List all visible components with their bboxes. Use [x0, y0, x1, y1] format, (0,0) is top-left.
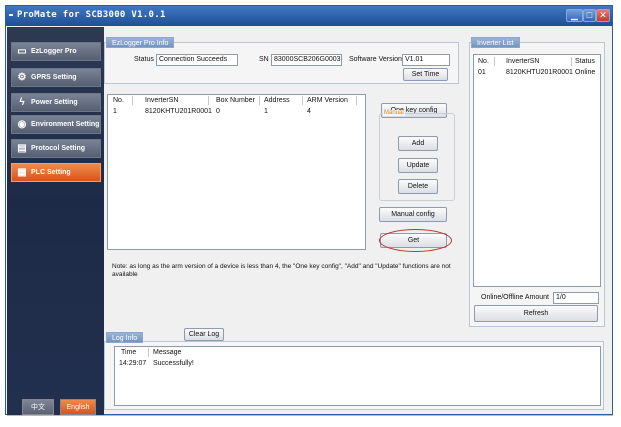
clear-log-button[interactable]: Clear Log	[184, 328, 224, 341]
sidebar-item-label: Power Setting	[31, 99, 78, 106]
minimize-icon: ▁	[571, 10, 578, 20]
table-header: InverterSN	[506, 58, 540, 65]
table-cell: Successfully!	[153, 360, 194, 367]
window-title: ProMate for SCB3000 V1.0.1	[17, 10, 166, 20]
sidebar-item-environment-setting[interactable]: ◉ Environment Setting	[11, 115, 101, 134]
language-english-button[interactable]: English	[60, 399, 96, 415]
table-cell[interactable]: 1	[264, 108, 268, 115]
table-header: No.	[113, 97, 124, 104]
get-highlight-circle	[379, 229, 452, 252]
table-cell[interactable]: 1	[113, 108, 117, 115]
sidebar-item-label: EzLogger Pro	[31, 48, 77, 55]
note-text: Note: as long as the arm version of a de…	[112, 263, 451, 278]
table-cell[interactable]: 0	[216, 108, 220, 115]
ezlogger-info-title: EzLogger Pro Info	[106, 37, 175, 48]
table-cell[interactable]: 8120KHTU201R0001	[506, 69, 573, 76]
table-cell[interactable]: Online	[575, 69, 595, 76]
update-button[interactable]: Update	[398, 158, 438, 173]
table-header: InverterSN	[145, 97, 179, 104]
table-header: Address	[264, 97, 290, 104]
plc-icon: ▦	[17, 167, 27, 178]
set-time-button[interactable]: Set Time	[403, 68, 448, 81]
refresh-button[interactable]: Refresh	[474, 305, 598, 322]
status-field: Connection Succeeds	[156, 54, 238, 66]
column-divider	[148, 348, 149, 357]
sidebar-item-label: GPRS Setting	[31, 74, 77, 81]
close-icon: ✕	[599, 10, 607, 20]
table-header: Message	[153, 349, 182, 356]
inverter-table: No. InverterSN Status 01 8120KHTU201R000…	[473, 54, 601, 287]
close-button[interactable]: ✕	[596, 9, 610, 22]
app-icon	[9, 14, 13, 16]
language-chinese-button[interactable]: 中文	[22, 399, 54, 415]
column-divider	[208, 96, 209, 105]
column-divider	[132, 96, 133, 105]
software-version-field: V1.01	[402, 54, 450, 66]
table-header: Status	[575, 58, 595, 65]
online-offline-amount-label: Online/Offline Amount	[481, 294, 549, 301]
sidebar-item-label: PLC Setting	[31, 169, 71, 176]
column-divider	[259, 96, 260, 105]
table-header: ARM Version	[307, 97, 348, 104]
table-cell[interactable]: 01	[478, 69, 486, 76]
maximize-button[interactable]: □	[583, 9, 596, 22]
table-cell[interactable]: 4	[307, 108, 311, 115]
maximize-icon: □	[586, 10, 593, 20]
sn-label: SN	[259, 56, 269, 63]
window-icon: ▭	[17, 46, 27, 57]
column-divider	[571, 57, 572, 66]
table-header: Box Number	[216, 97, 255, 104]
device-table: No. InverterSN Box Number Address ARM Ve…	[107, 94, 366, 250]
manual-config-button[interactable]: Manual config	[379, 207, 447, 222]
document-icon: ▤	[17, 143, 27, 154]
delete-button[interactable]: Delete	[398, 179, 438, 194]
log-info-title: Log Info	[106, 332, 144, 343]
online-offline-amount-field: 1/0	[553, 292, 599, 304]
sidebar-item-label: Environment Setting	[31, 121, 100, 128]
sidebar-item-protocol-setting[interactable]: ▤ Protocol Setting	[11, 139, 101, 158]
add-button[interactable]: Add	[398, 136, 438, 151]
status-strip	[7, 415, 613, 416]
title-bar: ProMate for SCB3000 V1.0.1 ▁ □ ✕	[6, 6, 612, 26]
column-divider	[302, 96, 303, 105]
table-cell: 14:29:07	[119, 360, 147, 367]
sidebar-item-gprs-setting[interactable]: ⚙ GPRS Setting	[11, 68, 101, 87]
lightning-icon: ϟ	[19, 97, 25, 108]
log-table: Time Message 14:29:07 Successfully!	[114, 346, 601, 406]
software-version-label: Software Version	[349, 56, 402, 63]
status-label: Status	[134, 56, 154, 63]
power-circle-icon: ◉	[17, 119, 27, 130]
column-divider	[494, 57, 495, 66]
table-header: Time	[121, 349, 137, 356]
table-cell[interactable]: 8120KHTU201R0001	[145, 108, 212, 115]
column-divider	[356, 96, 357, 105]
gear-icon: ⚙	[17, 72, 27, 83]
table-header: No.	[478, 58, 489, 65]
minimize-button[interactable]: ▁	[566, 9, 583, 22]
inverter-list-title: Inverter List	[471, 37, 520, 48]
sidebar-item-plc-setting[interactable]: ▦ PLC Setting	[11, 163, 101, 182]
sidebar: ▭ EzLogger Pro ⚙ GPRS Setting ϟ Power Se…	[7, 27, 104, 415]
manual-label: Manual	[383, 110, 405, 116]
app-window: ProMate for SCB3000 V1.0.1 ▁ □ ✕ ▭ EzLog…	[5, 5, 613, 416]
sidebar-item-power-setting[interactable]: ϟ Power Setting	[11, 93, 101, 112]
sidebar-item-label: Protocol Setting	[31, 145, 86, 152]
sn-field: 83000SCB206G0003	[271, 54, 342, 66]
sidebar-item-ezlogger-pro[interactable]: ▭ EzLogger Pro	[11, 42, 101, 61]
